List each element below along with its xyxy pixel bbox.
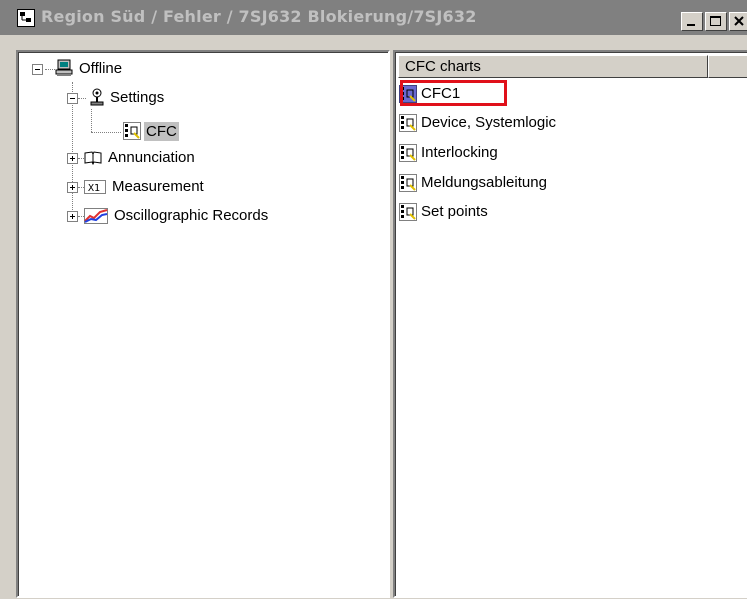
tree-label-offline: Offline [79,60,123,77]
tree-node-oscillographic[interactable]: Oscillographic Records [18,206,348,230]
list-item-meldungsableitung[interactable]: Meldungsableitung [399,172,639,194]
tree-node-annunciation[interactable]: Annunciation [18,148,218,172]
tree-pane[interactable]: Offline Settings CFC Annunciation X1 Mea… [16,50,390,598]
settings-icon [90,88,104,106]
title-bar[interactable]: Region Süd / Fehler / 7SJ632 Blokierung/… [0,0,747,36]
tree-node-measurement[interactable]: X1 Measurement [18,177,218,201]
highlight-box [400,80,507,106]
list-item-interlocking[interactable]: Interlocking [399,142,639,164]
close-button[interactable] [729,12,747,31]
list-item-label: Set points [421,203,488,220]
cfc-chart-icon [399,174,417,192]
oscillograph-icon [84,208,108,224]
tree-node-cfc[interactable]: CFC [18,120,218,144]
list-item-label: Device, Systemlogic [421,114,557,131]
list-item-label: Interlocking [421,144,498,161]
tree-label-measurement: Measurement [112,178,204,195]
list-item-cfc1[interactable]: CFC1 [399,80,599,106]
expand-toggle[interactable] [67,153,78,164]
tree-label-annunciation: Annunciation [108,149,195,166]
tree-label-cfc: CFC [144,122,179,141]
tree-node-offline[interactable]: Offline [18,59,218,83]
minimize-button[interactable] [681,12,703,31]
cfc-chart-icon [123,122,141,140]
cfc-chart-icon [399,144,417,162]
tree-line [78,98,86,100]
measurement-icon: X1 [84,180,106,194]
list-item-device-systemlogic[interactable]: Device, Systemlogic [399,112,639,134]
tree-label-oscillographic: Oscillographic Records [114,207,269,224]
app-icon[interactable] [17,9,35,27]
maximize-button[interactable] [705,12,727,31]
book-icon [84,151,102,166]
column-header-cfc-charts[interactable]: CFC charts [398,55,708,78]
tree-node-settings[interactable]: Settings [18,88,218,112]
column-header-empty[interactable] [708,55,747,78]
collapse-toggle[interactable] [32,64,43,75]
tree-label-settings: Settings [110,89,165,106]
window-title: Region Süd / Fehler / 7SJ632 Blokierung/… [41,7,477,26]
expand-toggle[interactable] [67,182,78,193]
svg-text:X1: X1 [88,183,100,194]
list-item-label: Meldungsableitung [421,174,547,191]
list-item-set-points[interactable]: Set points [399,201,639,223]
cfc-chart-icon [399,114,417,132]
chart-list-pane[interactable]: CFC charts CFC1 Device, Systemlogic Inte… [393,50,747,598]
computer-icon [55,59,73,76]
collapse-toggle[interactable] [67,93,78,104]
expand-toggle[interactable] [67,211,78,222]
cfc-chart-icon [399,203,417,221]
